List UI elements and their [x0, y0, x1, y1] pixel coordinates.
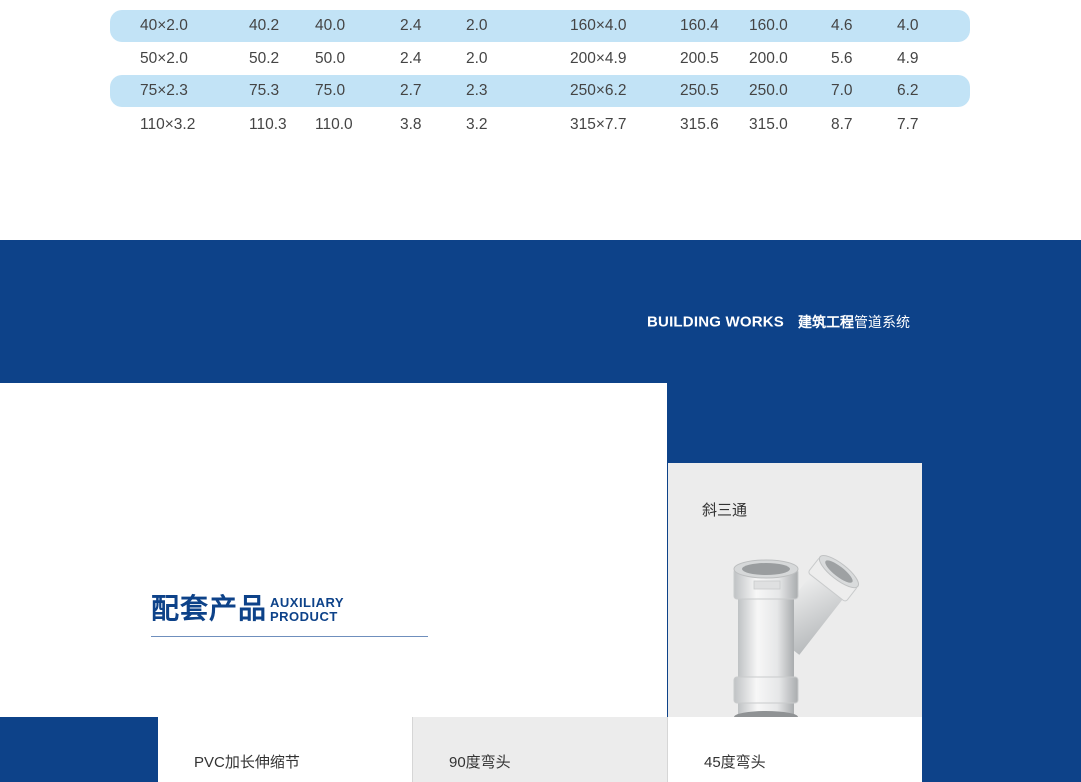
table-cell: 7.7 [897, 116, 919, 133]
table-cell: 2.4 [400, 50, 422, 67]
product-card-y-tee[interactable]: 斜三通 [668, 463, 922, 717]
table-cell: 2.0 [466, 17, 488, 34]
table-cell: 75.3 [249, 82, 280, 99]
spec-table: 40×2.0 40.2 40.0 2.4 2.0 160×4.0 160.4 160.0 4.6… [0, 0, 1081, 150]
table-row: 40×2.0 40.2 40.0 2.4 2.0 160×4.0 160.4 160.0 4.6… [110, 10, 970, 42]
category-divider [667, 717, 668, 782]
auxiliary-title-en-line1: AUXILIARY [270, 595, 345, 610]
table-cell: 3.8 [400, 116, 422, 133]
table-cell: 2.7 [400, 82, 422, 99]
brand-cn: 管道系统 [853, 314, 910, 330]
category-label: 45度弯头 [704, 754, 766, 771]
table-cell: 200×4.9 [570, 50, 627, 67]
table-cell: 110.3 [249, 116, 287, 133]
table-cell: 315.0 [749, 116, 788, 133]
table-row: 110×3.2 110.3 110.0 3.8 3.2 315×7.7 315.6 315.0… [110, 109, 970, 141]
table-cell: 160.4 [680, 17, 719, 34]
brand-cn-bold: 建筑工程 [797, 314, 854, 330]
table-cell: 2.4 [400, 17, 422, 34]
table-cell: 315×7.7 [570, 116, 627, 133]
intro-panel [0, 383, 667, 717]
table-cell: 200.5 [680, 50, 719, 67]
table-cell: 110.0 [315, 116, 353, 133]
auxiliary-title-en: AUXILIARY PRODUCT [270, 596, 344, 624]
table-cell: 250.0 [749, 82, 788, 99]
category-card-45-elbow[interactable]: 45度弯头 [668, 717, 922, 782]
brand-line: BUILDING WORKS 建筑工程管道系统 [647, 312, 910, 332]
table-cell: 4.0 [897, 17, 919, 34]
category-divider [412, 717, 413, 782]
auxiliary-title-cn: 配套产品 [151, 593, 268, 624]
table-cell: 40×2.0 [140, 17, 188, 34]
table-cell: 250×6.2 [570, 82, 627, 99]
table-cell: 315.6 [680, 116, 719, 133]
auxiliary-underline [151, 636, 428, 637]
table-cell: 3.2 [466, 116, 488, 133]
table-cell: 8.7 [831, 116, 853, 133]
table-cell: 2.3 [466, 82, 488, 99]
table-cell: 200.0 [749, 50, 788, 67]
table-cell: 110×3.2 [140, 116, 196, 133]
table-cell: 40.2 [249, 17, 280, 34]
table-cell: 50.2 [249, 50, 280, 67]
table-cell: 7.0 [831, 82, 853, 99]
table-cell: 160.0 [749, 17, 788, 34]
table-cell: 40.0 [315, 17, 346, 34]
y-tee-pipe-icon [733, 555, 859, 717]
auxiliary-title-en-line2: PRODUCT [270, 609, 338, 624]
table-cell: 6.2 [897, 82, 919, 99]
table-cell: 75.0 [315, 82, 346, 99]
product-label: 斜三通 [702, 502, 748, 519]
category-label: 90度弯头 [449, 754, 511, 771]
table-cell: 4.9 [897, 50, 919, 67]
table-row: 50×2.0 50.2 50.0 2.4 2.0 200×4.9 200.5 200.0 5.6… [110, 43, 970, 75]
table-row: 75×2.3 75.3 75.0 2.7 2.3 250×6.2 250.5 250.0 7.0… [110, 75, 970, 107]
table-cell: 250.5 [680, 82, 719, 99]
table-cell: 4.6 [831, 17, 853, 34]
category-label: PVC加长伸缩节 [194, 754, 300, 771]
brand-en: BUILDING WORKS [647, 313, 784, 331]
table-cell: 50×2.0 [140, 50, 188, 67]
table-cell: 2.0 [466, 50, 488, 67]
table-cell: 75×2.3 [140, 82, 188, 99]
table-cell: 5.6 [831, 50, 853, 67]
table-cell: 50.0 [315, 50, 346, 67]
category-card-90-elbow[interactable]: 90度弯头 [413, 717, 667, 782]
table-cell: 160×4.0 [570, 17, 627, 34]
category-card-extension-joint[interactable]: PVC加长伸缩节 [158, 717, 412, 782]
